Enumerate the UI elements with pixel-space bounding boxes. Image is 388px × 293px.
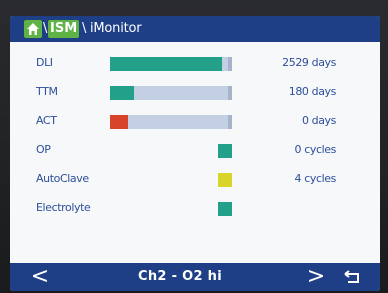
bar-end-cap [228, 57, 232, 71]
row-ttm: TTM 180 days [10, 81, 380, 103]
dli-bar [110, 57, 232, 71]
dli-bar-fill [110, 57, 222, 71]
electrolyte-status-square [218, 202, 232, 216]
act-bar-fill [110, 115, 128, 129]
op-status-square [218, 144, 232, 158]
display-screen: \ ISM \ iMonitor DLI 2529 days TTM 180 d… [10, 16, 380, 291]
chevron-left-icon[interactable]: < [28, 263, 52, 291]
row-value: 2529 days [282, 56, 336, 69]
breadcrumb-separator: \ [82, 21, 87, 36]
row-value: 0 cycles [294, 143, 337, 156]
breadcrumb-ism[interactable]: ISM [48, 20, 80, 38]
row-value: 4 cycles [294, 172, 337, 185]
chevron-right-icon[interactable]: > [304, 263, 328, 291]
row-value: 180 days [288, 85, 337, 98]
bottom-nav-bar: < Ch2 - O2 hi > [10, 263, 380, 291]
row-label: OP [36, 143, 51, 156]
home-icon[interactable] [24, 20, 42, 38]
row-electrolyte: Electrolyte [10, 197, 380, 219]
bar-end-cap [228, 115, 232, 129]
row-label: DLI [36, 56, 53, 69]
autoclave-status-square [218, 173, 232, 187]
row-dli: DLI 2529 days [10, 52, 380, 74]
row-label: Electrolyte [36, 201, 91, 214]
row-label: TTM [36, 85, 58, 98]
row-act: ACT 0 days [10, 110, 380, 132]
ttm-bar [110, 86, 232, 100]
breadcrumb-separator: \ [43, 21, 48, 36]
return-arrow-icon[interactable] [338, 263, 366, 291]
bar-end-cap [228, 86, 232, 100]
row-label: ACT [36, 114, 57, 127]
row-op: OP 0 cycles [10, 139, 380, 161]
ttm-bar-fill [110, 86, 134, 100]
title-bar: \ ISM \ iMonitor [10, 16, 380, 42]
row-value: 0 days [301, 114, 336, 127]
row-label: AutoClave [36, 172, 89, 185]
page-title: iMonitor [90, 21, 142, 36]
channel-label: Ch2 - O2 hi [138, 269, 222, 284]
row-autoclave: AutoClave 4 cycles [10, 168, 380, 190]
act-bar [110, 115, 232, 129]
